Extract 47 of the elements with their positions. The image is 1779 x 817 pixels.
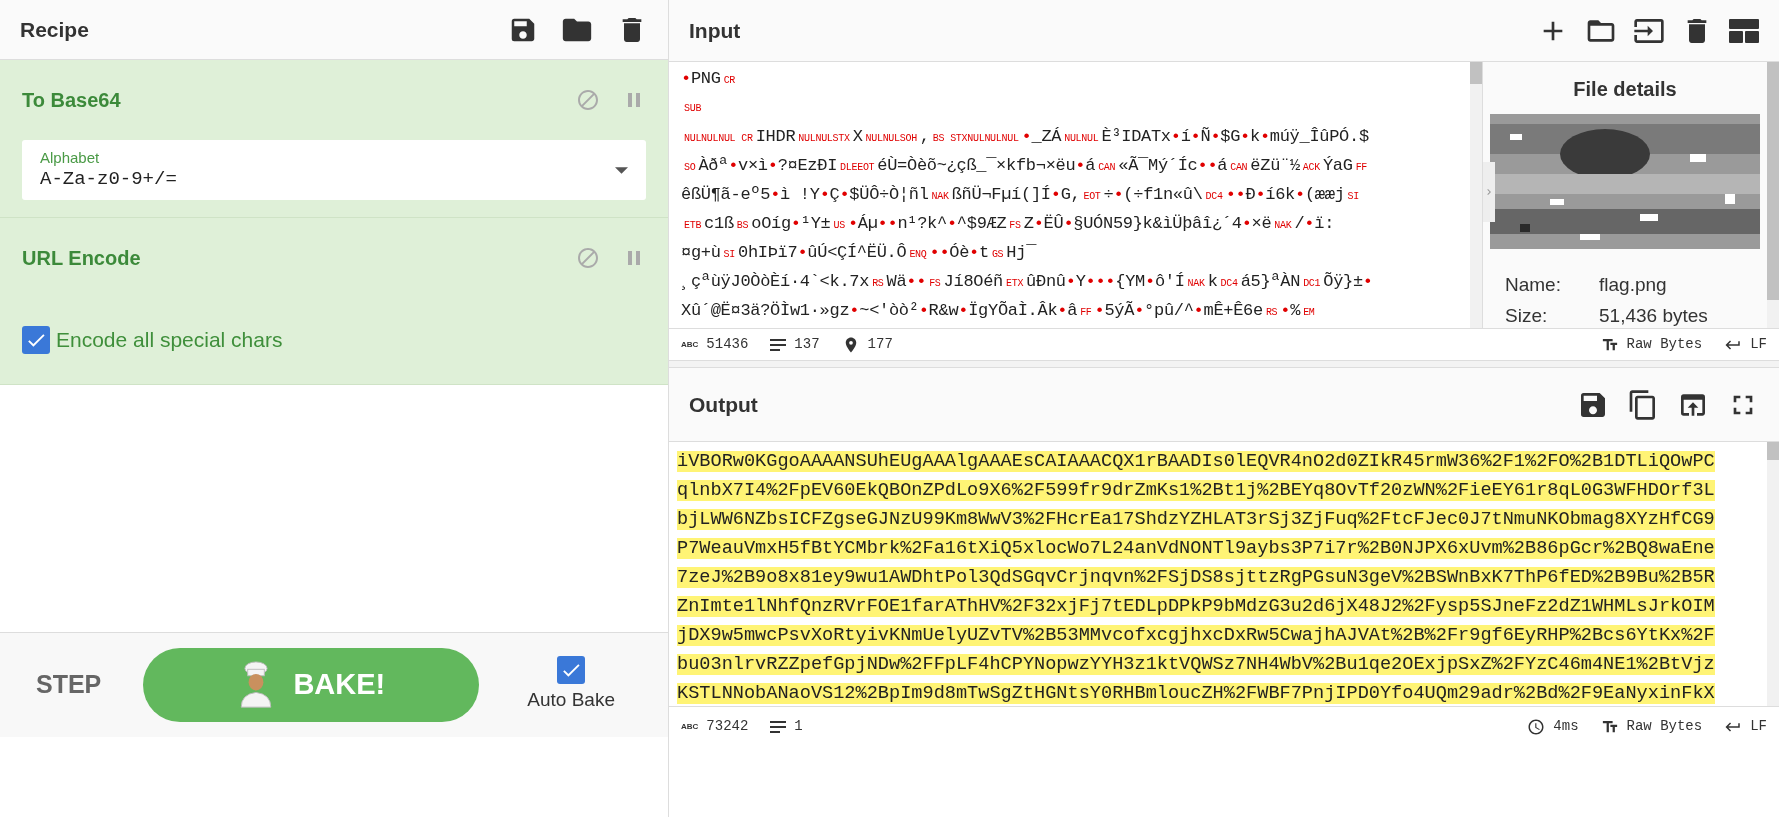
input-line: êßÜ¶ã-eº5•ì !Y•Ç•$ÜÔ÷Ò¦ñl NAK ßñÜ¬Fµí(]Í•G, EOT ÷•(÷f1n«û\ DC4 ••Ð•í6k•(ææj SI (681, 184, 1360, 206)
lines-icon (770, 720, 787, 733)
detail-value: flag.png (1599, 273, 1668, 297)
encoding-label: Raw Bytes (1626, 335, 1703, 354)
field-value: A-Za-z0-9+/= (40, 167, 177, 191)
panel-title: Output (689, 391, 758, 418)
operation-title: URL Encode (22, 246, 141, 271)
detail-label: Size: (1505, 303, 1549, 328)
step-button[interactable]: STEP (36, 666, 102, 704)
scrollbar[interactable] (1767, 62, 1779, 328)
input-line: Xû´@Ë¤3ä?ÖÌw1·»gz•~<'òò²•R&w•ÏgYÕaÌ.Âk•â FF •5ýÃ•°pû/^•mÊ+Ê6e RS •% EM (681, 300, 1316, 322)
input-line: ¸çªùÿJ0ÒòÈí·4`<k.7x RS Wä•• FS Jí8Oéñ ETX ûÐnû•Y•••{YM•ô'Í NAK k DC4 á5}ªÀN DC1 Õÿ}±• (681, 271, 1374, 293)
line-count: 1 (794, 717, 803, 736)
bake-time: 4ms (1553, 717, 1579, 736)
alphabet-dropdown[interactable]: Alphabet A-Za-z0-9+/= (22, 140, 646, 200)
input-line: •PNG CR (681, 68, 737, 90)
length-count: 73242 (706, 717, 749, 736)
checkbox[interactable] (557, 655, 586, 684)
detail-value: 51,436 bytes (1599, 303, 1709, 328)
scrollbar[interactable] (1470, 62, 1482, 328)
length-count: 51436 (706, 335, 749, 354)
length-tag: ABC (681, 340, 699, 349)
caret-icon (615, 166, 628, 174)
layout-icon[interactable] (1729, 18, 1759, 43)
length-tag: ABC (681, 722, 699, 731)
file-details-title: File details (1573, 77, 1677, 102)
eol-label: LF (1750, 335, 1767, 354)
input-line: ETB c1ß BS oOíg•¹Y± US •Áµ••n¹?k^•^$9ÆZ FS Z•ËÛ•§UÓN59}k&ìÜþâî¿´4•×ë NAK /•ï: (683, 213, 1336, 235)
input-line: SUB (683, 102, 703, 116)
panel-title: Recipe (20, 16, 89, 43)
line-count: 137 (794, 335, 820, 354)
input-line: NULNULNUL CR IHDR NULNULSTX X NULNULSOH , BS STXNULNULNUL •_ZÁ NULNUL È³IDATx•í•Ñ•$G•k•múÿ_ÎûPÓ.$ (683, 126, 1370, 148)
cursor-position: 177 (867, 335, 893, 354)
checkbox[interactable] (22, 325, 50, 354)
operation-title: To Base64 (22, 88, 121, 113)
detail-label: Name: (1505, 273, 1562, 297)
panel-title: Input (689, 17, 741, 44)
lines-icon (770, 338, 787, 351)
checkbox-label: Encode all special chars (56, 327, 283, 353)
auto-bake-label: Auto Bake (527, 687, 615, 712)
encoding-label: Raw Bytes (1626, 717, 1703, 736)
input-line: SO Àðª•v×ì•?¤EzÐI DLEEOT éÙ=Òèõ~¿çß_¯×kfb¬×ëu•á CAN «Ã¯Mý´Íc••á CAN ëZü¨½ ACK ÝaG FF (683, 155, 1369, 177)
input-line: ¤g+ù SI 0hIÞï7•ûÚ<ÇÍ^ËÜ.Ô ENQ ••Óè•t GS Hj¯ (681, 242, 1038, 264)
eol-label: LF (1750, 717, 1767, 736)
field-label: Alphabet (40, 149, 101, 167)
clock-icon (1527, 717, 1546, 736)
scrollbar[interactable] (1767, 442, 1779, 706)
